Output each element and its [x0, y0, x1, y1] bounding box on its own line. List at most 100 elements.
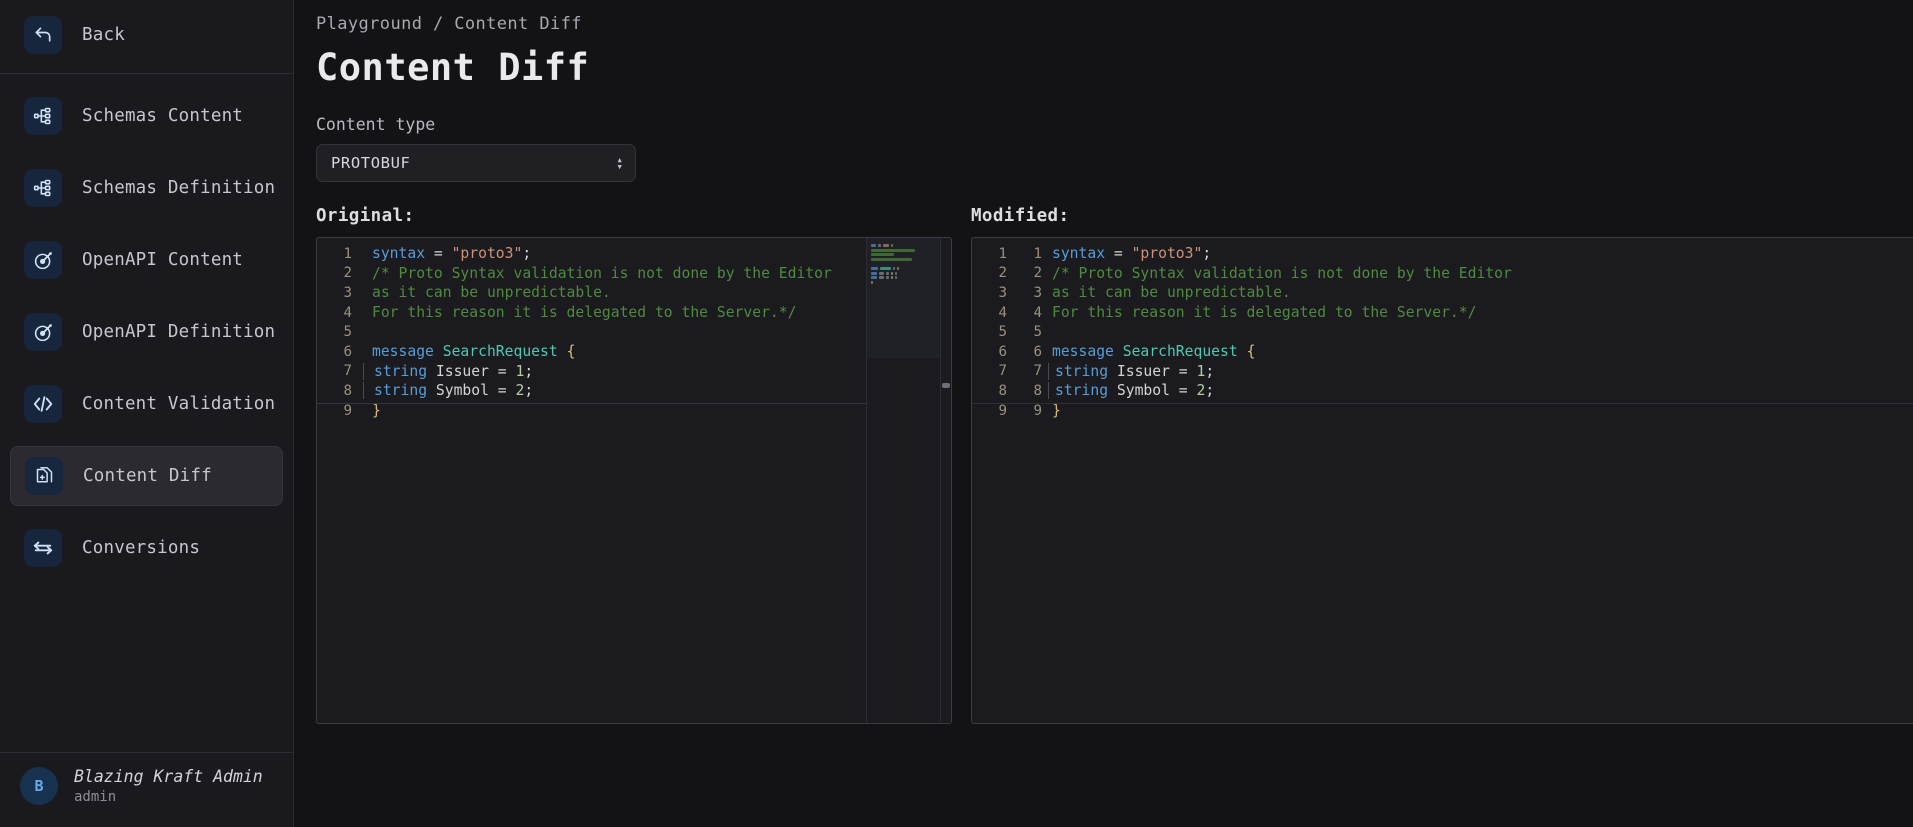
- code-token: string: [374, 382, 436, 400]
- diff-editors: 1 syntax = "proto3"; 2/* Proto Syntax vali…: [316, 237, 1913, 724]
- sidebar-item-openapi-content[interactable]: OpenAPI Content: [10, 230, 283, 290]
- openapi-icon: [24, 313, 62, 351]
- code-line: 2 2 /* Proto Syntax validation is not done…: [972, 264, 1913, 284]
- code-text: /* Proto Syntax validation is not done b…: [1046, 265, 1512, 282]
- code-token: For this reason it is delegated to the S…: [1052, 304, 1477, 322]
- modified-line-number: 8: [1033, 382, 1042, 399]
- code-token: "proto3": [451, 245, 523, 263]
- sidebar-item-content-validation[interactable]: Content Validation: [10, 374, 283, 434]
- chevron-updown-icon: ▴ ▾: [616, 153, 623, 173]
- line-number: 8: [998, 382, 1007, 399]
- code-token: string: [374, 362, 436, 380]
- code-text: For this reason it is delegated to the S…: [1046, 304, 1476, 321]
- line-number: 2: [998, 265, 1007, 282]
- original-last-line-rule: [317, 403, 866, 404]
- sidebar-item-label: OpenAPI Content: [82, 250, 244, 270]
- code-text: as it can be unpredictable.: [361, 284, 611, 301]
- code-text: }: [361, 402, 381, 419]
- schema-icon: [24, 169, 62, 207]
- code-token: =: [1169, 362, 1197, 380]
- line-number: 4: [998, 304, 1007, 321]
- minimap-slider[interactable]: [867, 238, 940, 358]
- code-line: 5: [317, 322, 866, 342]
- line-number: 7: [998, 363, 1007, 380]
- modified-code-area[interactable]: 1 1 syntax = "proto3"; 2 2/* Proto Syntax va…: [972, 238, 1913, 723]
- original-vertical-scrollbar[interactable]: [940, 238, 951, 723]
- user-profile[interactable]: B Blazing Kraft Admin admin: [0, 752, 293, 827]
- code-token: For this reason it is delegated to the S…: [372, 304, 797, 322]
- line-number: 3: [343, 284, 352, 301]
- scrollbar-thumb[interactable]: [942, 383, 950, 388]
- code-line: 1 syntax = "proto3";: [317, 244, 866, 264]
- code-token: =: [1169, 382, 1197, 400]
- line-number: 9: [343, 402, 352, 419]
- user-text: Blazing Kraft Admin admin: [74, 767, 263, 805]
- content-type-label: Content type: [316, 115, 436, 134]
- code-text: syntax = "proto3";: [1046, 245, 1211, 262]
- code-line: 7 7 string Issuer = 1;: [972, 362, 1913, 382]
- sidebar-item-schemas-content[interactable]: Schemas Content: [10, 86, 283, 146]
- modified-line-number: 4: [1033, 304, 1042, 321]
- sidebar-item-schemas-definition[interactable]: Schemas Definition: [10, 158, 283, 218]
- code-line: 3 3 as it can be unpredictable.: [972, 283, 1913, 303]
- user-name: Blazing Kraft Admin: [74, 767, 263, 786]
- code-token: =: [425, 245, 452, 263]
- document-diff-icon: [25, 457, 63, 495]
- sidebar-item-openapi-definition[interactable]: OpenAPI Definition: [10, 302, 283, 362]
- line-number: 4: [343, 304, 352, 321]
- openapi-icon: [24, 241, 62, 279]
- code-token: =: [1105, 245, 1132, 263]
- code-token: ;: [1205, 382, 1215, 400]
- code-token: }: [372, 402, 381, 420]
- code-token: SearchRequest: [442, 343, 558, 361]
- line-number: 5: [998, 324, 1007, 341]
- code-token: as it can be unpredictable.: [1052, 284, 1291, 302]
- sidebar-item-conversions[interactable]: Conversions: [10, 518, 283, 578]
- modified-line-number: 1: [1033, 245, 1042, 262]
- code-text: message SearchRequest {: [1046, 343, 1255, 360]
- original-minimap[interactable]: [866, 238, 940, 723]
- code-text: as it can be unpredictable.: [1046, 284, 1291, 301]
- code-line: 7 string Issuer = 1;: [317, 362, 866, 382]
- code-token: {: [566, 343, 576, 361]
- modified-editor[interactable]: 1 1 syntax = "proto3"; 2 2/* Proto Syntax va…: [971, 237, 1913, 724]
- code-token: {: [1246, 343, 1256, 361]
- code-line: 55: [972, 322, 1913, 342]
- code-token: string: [1055, 362, 1117, 380]
- code-text: /* Proto Syntax validation is not done b…: [361, 265, 832, 282]
- code-brackets-icon: [24, 385, 62, 423]
- code-token: /* Proto Syntax validation is not done b…: [372, 264, 832, 282]
- code-token: =: [488, 362, 516, 380]
- line-number: 8: [343, 382, 352, 399]
- code-line: 8 string Symbol = 2;: [317, 381, 866, 401]
- code-text: syntax = "proto3";: [361, 245, 531, 262]
- line-number: 7: [343, 363, 352, 380]
- modified-line-number: 3: [1033, 284, 1042, 301]
- line-number: 9: [998, 402, 1007, 419]
- breadcrumb: Playground / Content Diff: [316, 14, 582, 34]
- code-token: ;: [524, 362, 534, 380]
- code-token: syntax: [372, 245, 426, 263]
- code-token: string: [1055, 382, 1117, 400]
- sidebar-divider: [0, 73, 293, 74]
- back-arrow-icon: [24, 16, 62, 54]
- sidebar-item-content-diff[interactable]: Content Diff: [10, 446, 283, 506]
- original-code-area[interactable]: 1 syntax = "proto3"; 2 /* Proto Syntax vali…: [317, 238, 866, 723]
- code-line: 8 8 string Symbol = 2;: [972, 381, 1913, 401]
- sidebar-item-back[interactable]: Back: [10, 5, 283, 65]
- code-token: Issuer: [435, 362, 489, 380]
- line-number: 3: [998, 284, 1007, 301]
- original-label: Original:: [316, 206, 415, 226]
- code-token: Symbol: [435, 382, 489, 400]
- code-text: message SearchRequest {: [361, 343, 575, 360]
- line-number: 1: [998, 245, 1007, 262]
- content-type-select[interactable]: PROTOBUF ▴ ▾: [316, 144, 636, 182]
- code-token: =: [488, 382, 516, 400]
- sidebar-item-label: Schemas Definition: [82, 178, 276, 198]
- line-number: 6: [998, 343, 1007, 360]
- original-editor[interactable]: 1 syntax = "proto3"; 2 /* Proto Syntax vali…: [316, 237, 952, 724]
- code-line: 2 /* Proto Syntax validation is not done …: [317, 264, 866, 284]
- code-token: "proto3": [1131, 245, 1203, 263]
- code-token: message: [372, 343, 443, 361]
